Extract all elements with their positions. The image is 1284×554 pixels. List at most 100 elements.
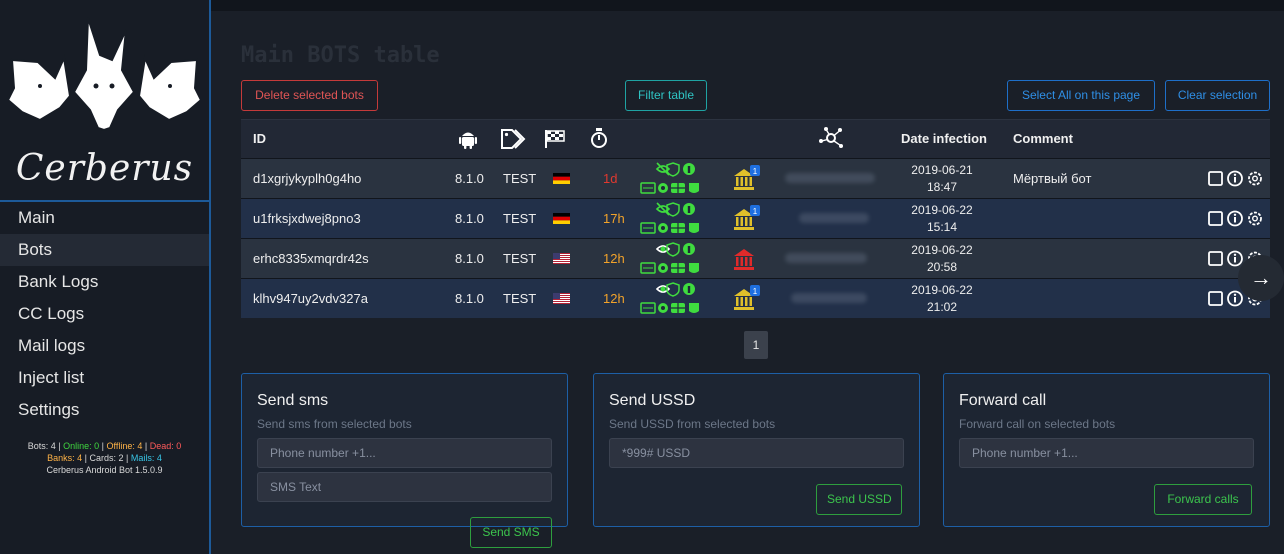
ussd-input[interactable]: *999# USSD [609, 438, 904, 468]
date-infection: 2019-06-22 15:14 [904, 202, 980, 236]
checkbox-icon [1208, 291, 1223, 306]
usa-flag-icon [553, 293, 570, 304]
sidebar-item-bots[interactable]: Bots [0, 234, 209, 266]
status-icons [640, 162, 699, 194]
date-value: 2019-06-22 [911, 243, 973, 257]
date-value: 2019-06-22 [911, 203, 973, 217]
time-value: 21:02 [926, 300, 958, 314]
status-icons [640, 202, 699, 234]
bank-icon: 1 [734, 205, 760, 230]
last-seen: 12h [603, 291, 625, 306]
bot-id: klhv947uy2vdv327a [253, 291, 368, 306]
forward-call-title: Forward call [959, 392, 1047, 409]
checkered-flag-icon [545, 130, 565, 148]
bot-comment: Мёртвый бот [1013, 171, 1092, 186]
stopwatch-icon [591, 128, 607, 148]
bank-icon [734, 249, 754, 270]
sidebar-item-bank-logs[interactable]: Bank Logs [0, 266, 209, 298]
ip-address-blurred [799, 213, 869, 223]
clear-selection-button[interactable]: Clear selection [1165, 80, 1270, 111]
sidebar-item-settings[interactable]: Settings [0, 394, 209, 426]
network-icon [819, 127, 843, 148]
send-sms-title: Send sms [257, 392, 329, 409]
table-header: ID Date infection Comment [241, 119, 1270, 158]
date-value: 2019-06-21 [911, 163, 973, 177]
select-all-button[interactable]: Select All on this page [1007, 80, 1155, 111]
table-row[interactable]: klhv947uy2vdv327a 8.1.0 TEST 12h 1 2019-06-22… [241, 278, 1270, 318]
bot-stats: Bots: 4 | Online: 0 | Offline: 4 | Dead:… [0, 440, 209, 476]
row-actions[interactable] [1207, 169, 1267, 189]
bank-icon: 1 [734, 165, 760, 190]
last-seen: 12h [603, 251, 625, 266]
bot-id: u1frksjxdwej8pno3 [253, 211, 361, 226]
header-date-infection: Date infection [901, 131, 987, 146]
stat-bots: Bots: 4 [27, 441, 56, 451]
date-infection: 2019-06-22 20:58 [904, 242, 980, 276]
version-text: Cerberus Android Bot 1.5.0.9 [46, 465, 163, 475]
send-sms-card: Send sms Send sms from selected bots Pho… [241, 373, 568, 548]
forward-calls-button[interactable]: Forward calls [1154, 484, 1252, 515]
forward-phone-input[interactable]: Phone number +1... [959, 438, 1254, 468]
page-title: Main BOTS table [241, 43, 440, 68]
android-version: 8.1.0 [455, 211, 484, 226]
table-row[interactable]: d1xgrjykyplh0g4ho 8.1.0 TEST 1d 1 2019-06-21 1… [241, 158, 1270, 198]
bot-id: erhc8335xmqrdr42s [253, 251, 369, 266]
time-value: 20:58 [926, 260, 958, 274]
bot-id: d1xgrjykyplh0g4ho [253, 171, 362, 186]
send-ussd-button[interactable]: Send USSD [816, 484, 902, 515]
sms-phone-input[interactable]: Phone number +1... [257, 438, 552, 468]
checkbox-icon [1208, 251, 1223, 266]
sidebar-item-cc-logs[interactable]: CC Logs [0, 298, 209, 330]
checkbox-icon [1208, 171, 1223, 186]
time-value: 15:14 [926, 220, 958, 234]
forward-call-subtitle: Forward call on selected bots [959, 417, 1116, 431]
checkbox-icon [1208, 211, 1223, 226]
stat-dead: Dead: 0 [149, 441, 182, 451]
filter-table-button[interactable]: Filter table [625, 80, 707, 111]
table-row[interactable]: erhc8335xmqrdr42s 8.1.0 TEST 12h 2019-06-22 2… [241, 238, 1270, 278]
last-seen: 1d [603, 171, 618, 186]
sidebar-item-inject-list[interactable]: Inject list [0, 362, 209, 394]
next-arrow-icon[interactable]: → [1238, 255, 1284, 301]
send-sms-subtitle: Send sms from selected bots [257, 417, 412, 431]
germany-flag-icon [553, 173, 570, 184]
row-actions[interactable] [1207, 209, 1267, 229]
send-ussd-card: Send USSD Send USSD from selected bots *… [593, 373, 920, 527]
sidebar-nav: Main Bots Bank Logs CC Logs Mail logs In… [0, 200, 209, 426]
ip-address-blurred [785, 173, 875, 183]
delete-selected-button[interactable]: Delete selected bots [241, 80, 378, 111]
svg-text:1: 1 [753, 287, 758, 296]
date-infection: 2019-06-22 21:02 [904, 282, 980, 316]
gear-icon [1248, 211, 1262, 226]
bank-icon: 1 [734, 285, 760, 310]
tag-icon [501, 129, 526, 149]
germany-flag-icon [553, 213, 570, 224]
android-icon [459, 132, 477, 149]
last-seen: 17h [603, 211, 625, 226]
bot-tag: TEST [503, 251, 537, 266]
ip-address-blurred [785, 253, 867, 263]
page-button[interactable]: 1 [744, 331, 768, 359]
send-sms-button[interactable]: Send SMS [470, 517, 552, 548]
android-version: 8.1.0 [455, 171, 484, 186]
svg-text:1: 1 [753, 207, 758, 216]
ip-address-blurred [791, 293, 867, 303]
header-comment: Comment [1013, 131, 1073, 146]
header-id: ID [253, 131, 266, 146]
stat-mails: Mails: 4 [130, 453, 162, 463]
time-value: 18:47 [926, 180, 958, 194]
bot-tag: TEST [503, 291, 537, 306]
gear-icon [1248, 171, 1262, 186]
sidebar-item-main[interactable]: Main [0, 202, 209, 234]
stat-offline: Offline: 4 [106, 441, 143, 451]
main-content: Main BOTS table Delete selected bots Fil… [211, 11, 1284, 554]
sms-text-input[interactable]: SMS Text [257, 472, 552, 502]
table-row[interactable]: u1frksjxdwej8pno3 8.1.0 TEST 17h 1 2019-06-22… [241, 198, 1270, 238]
date-infection: 2019-06-21 18:47 [904, 162, 980, 196]
sidebar-item-mail-logs[interactable]: Mail logs [0, 330, 209, 362]
bot-tag: TEST [503, 211, 537, 226]
android-version: 8.1.0 [455, 251, 484, 266]
svg-text:1: 1 [753, 167, 758, 176]
status-icons [640, 242, 699, 274]
date-value: 2019-06-22 [911, 283, 973, 297]
